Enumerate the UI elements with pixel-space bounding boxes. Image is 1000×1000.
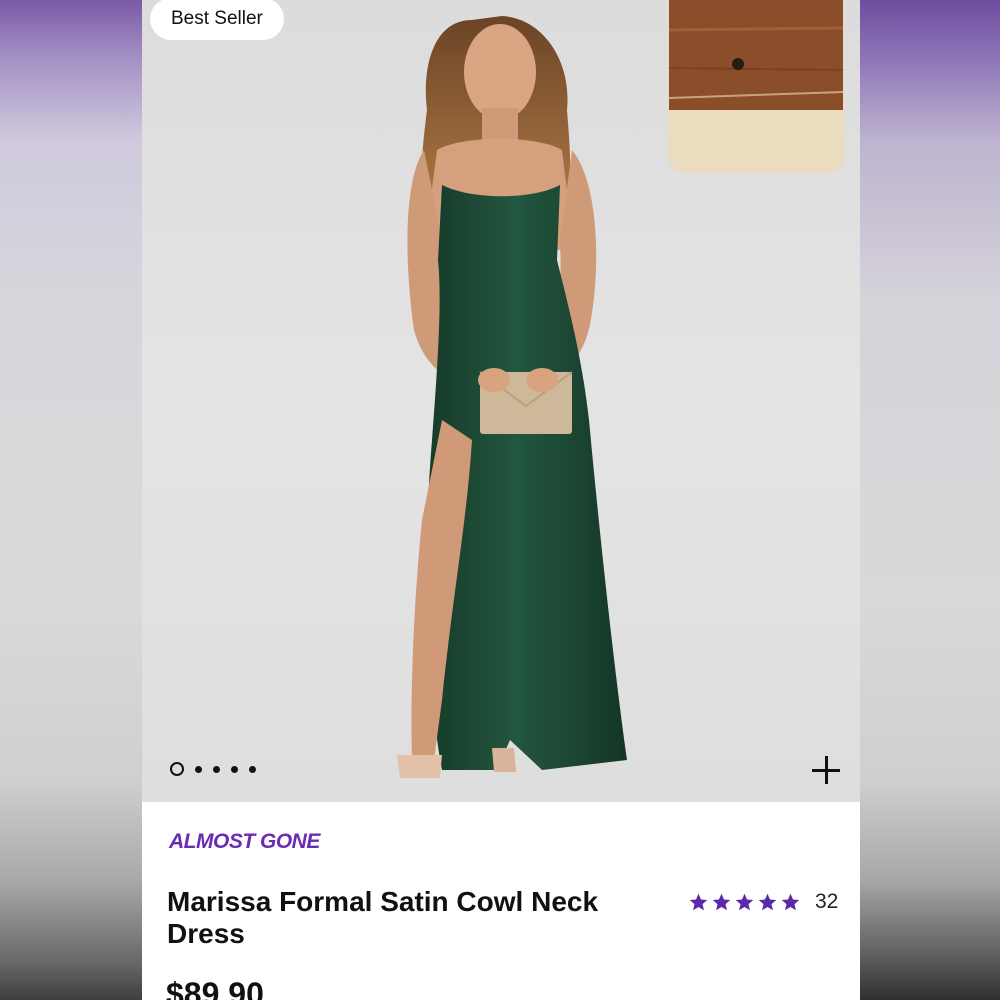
carousel-dot-5[interactable] (249, 765, 256, 773)
product-title: Marissa Formal Satin Cowl Neck Dress (167, 886, 599, 949)
product-rating[interactable]: 32 (688, 890, 838, 914)
carousel-dot-4[interactable] (231, 765, 238, 773)
review-count: 32 (815, 890, 839, 913)
star-icon (712, 893, 731, 910)
blurred-background-left (0, 0, 142, 1000)
star-icon (689, 893, 708, 910)
video-thumbnail[interactable] (667, 0, 845, 174)
plus-icon[interactable] (810, 754, 842, 786)
product-price: $89.90 (166, 976, 264, 1000)
carousel-dot-3[interactable] (213, 765, 220, 773)
stock-status-label: ALMOST GONE (169, 830, 320, 853)
product-image-carousel[interactable]: Best Seller (142, 0, 860, 802)
product-page: Best Seller ALMOST GONE Marissa Formal S (142, 0, 860, 1000)
star-icon (781, 893, 800, 910)
best-seller-label: Best Seller (171, 8, 263, 29)
thumbnail-image (669, 0, 843, 172)
best-seller-badge: Best Seller (150, 0, 284, 40)
carousel-dot-2[interactable] (195, 765, 202, 773)
star-icon (758, 893, 777, 910)
star-icon (735, 893, 754, 910)
carousel-dot-1[interactable] (170, 762, 184, 776)
blurred-background-right (860, 0, 1000, 1000)
product-info: ALMOST GONE Marissa Formal Satin Cowl Ne… (142, 802, 860, 1000)
carousel-indicator[interactable] (170, 762, 256, 776)
